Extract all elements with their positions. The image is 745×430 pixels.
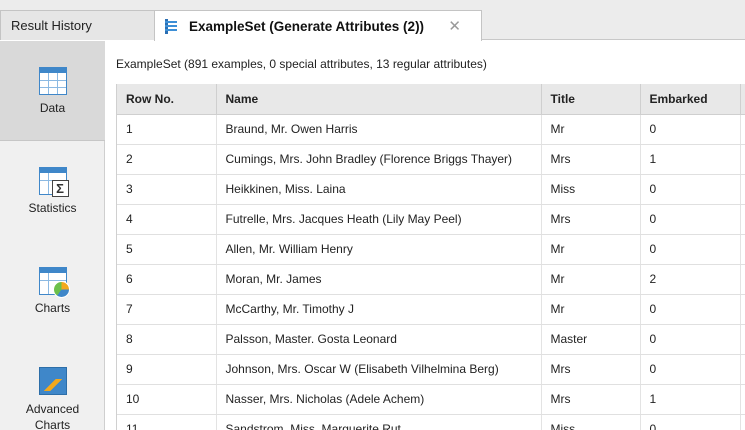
cell-title: Mr (541, 234, 641, 265)
cell-row-no: 7 (117, 294, 217, 325)
sidebar-item-label: Data (39, 101, 66, 115)
cell-embarked: 0 (640, 174, 741, 205)
table-row[interactable]: 1 Braund, Mr. Owen Harris Mr 0 (117, 114, 745, 145)
cell-name: Sandstrom, Miss. Marguerite Rut (216, 414, 542, 430)
cell-name: Futrelle, Mrs. Jacques Heath (Lily May P… (216, 204, 542, 235)
cell-title: Mrs (541, 384, 641, 415)
cell-embarked: 0 (640, 324, 741, 355)
statistics-icon: Σ (38, 167, 69, 197)
cell-next (740, 264, 745, 295)
sidebar-item-label: Charts (34, 301, 71, 315)
tab-result-history[interactable]: Result History (0, 10, 155, 40)
tab-exampleset[interactable]: ExampleSet (Generate Attributes (2)) ✕ (154, 10, 482, 41)
close-tab-icon[interactable]: ✕ (448, 17, 461, 35)
cell-name: McCarthy, Mr. Timothy J (216, 294, 542, 325)
cell-title: Mrs (541, 144, 641, 175)
sidebar-item-label: Advanced Charts (25, 402, 80, 430)
table-row[interactable]: 4 Futrelle, Mrs. Jacques Heath (Lily May … (117, 204, 745, 235)
table-row[interactable]: 6 Moran, Mr. James Mr 2 (117, 264, 745, 295)
cell-name: Braund, Mr. Owen Harris (216, 114, 542, 145)
cell-name: Heikkinen, Miss. Laina (216, 174, 542, 205)
cell-row-no: 6 (117, 264, 217, 295)
column-header-embarked[interactable]: Embarked (640, 84, 741, 115)
table-row[interactable]: 7 McCarthy, Mr. Timothy J Mr 0 (117, 294, 745, 325)
cell-next (740, 174, 745, 205)
cell-row-no: 11 (117, 414, 217, 430)
table-row[interactable]: 5 Allen, Mr. William Henry Mr 0 (117, 234, 745, 265)
table-row[interactable]: 11 Sandstrom, Miss. Marguerite Rut Miss 0 (117, 414, 745, 430)
cell-embarked: 0 (640, 354, 741, 385)
cell-row-no: 5 (117, 234, 217, 265)
sigma-icon: Σ (51, 180, 69, 197)
table-row[interactable]: 2 Cumings, Mrs. John Bradley (Florence Br… (117, 144, 745, 175)
cell-next (740, 414, 745, 430)
cell-title: Mrs (541, 354, 641, 385)
cell-row-no: 8 (117, 324, 217, 355)
cell-title: Miss (541, 174, 641, 205)
cell-name: Allen, Mr. William Henry (216, 234, 542, 265)
cell-title: Mrs (541, 204, 641, 235)
tab-exampleset-label: ExampleSet (Generate Attributes (2)) (189, 18, 425, 34)
cell-name: Palsson, Master. Gosta Leonard (216, 324, 542, 355)
cell-title: Master (541, 324, 641, 355)
cell-title: Mr (541, 264, 641, 295)
column-header-row-no[interactable]: Row No. (117, 84, 217, 115)
cell-row-no: 10 (117, 384, 217, 415)
cell-embarked: 0 (640, 294, 741, 325)
cell-name: Johnson, Mrs. Oscar W (Elisabeth Vilhelm… (216, 354, 542, 385)
cell-title: Miss (541, 414, 641, 430)
table-row[interactable]: 3 Heikkinen, Miss. Laina Miss 0 (117, 174, 745, 205)
cell-next (740, 294, 745, 325)
cell-embarked: 0 (640, 114, 741, 145)
cell-next (740, 114, 745, 145)
cell-next (740, 324, 745, 355)
tab-result-history-label: Result History (11, 18, 92, 33)
charts-icon (38, 267, 70, 298)
cell-row-no: 9 (117, 354, 217, 385)
cell-embarked: 1 (640, 384, 741, 415)
cell-row-no: 2 (117, 144, 217, 175)
cell-row-no: 1 (117, 114, 217, 145)
cell-title: Mr (541, 294, 641, 325)
sidebar-item-advanced-charts[interactable]: Advanced Charts (0, 341, 105, 430)
sidebar-item-label: Statistics (28, 201, 77, 215)
cell-embarked: 1 (640, 144, 741, 175)
exampleset-table-icon (165, 18, 177, 34)
cell-next (740, 354, 745, 385)
column-header-next[interactable] (740, 84, 745, 115)
results-tab-bar: Result History ExampleSet (Generate Attr… (0, 0, 745, 41)
cell-embarked: 2 (640, 264, 741, 295)
cell-next (740, 204, 745, 235)
table-header-row: Row No. Name Title Embarked (117, 84, 745, 115)
view-sidebar: Data Σ Statistics Charts Advanced Charts (0, 41, 105, 430)
cell-embarked: 0 (640, 204, 741, 235)
advanced-charts-icon (38, 367, 67, 395)
cell-title: Mr (541, 114, 641, 145)
column-header-name[interactable]: Name (216, 84, 542, 115)
exampleset-summary: ExampleSet (891 examples, 0 special attr… (116, 57, 487, 71)
cell-next (740, 144, 745, 175)
pie-chart-icon (52, 281, 70, 298)
column-header-title[interactable]: Title (541, 84, 641, 115)
table-row[interactable]: 9 Johnson, Mrs. Oscar W (Elisabeth Vilhel… (117, 354, 745, 385)
sidebar-item-statistics[interactable]: Σ Statistics (0, 141, 105, 241)
data-table: Row No. Name Title Embarked 1 Braund, Mr.… (116, 84, 745, 430)
sidebar-item-data[interactable]: Data (0, 41, 105, 141)
table-row[interactable]: 8 Palsson, Master. Gosta Leonard Master 0 (117, 324, 745, 355)
cell-row-no: 3 (117, 174, 217, 205)
cell-name: Nasser, Mrs. Nicholas (Adele Achem) (216, 384, 542, 415)
cell-embarked: 0 (640, 414, 741, 430)
cell-row-no: 4 (117, 204, 217, 235)
cell-next (740, 384, 745, 415)
sidebar-item-charts[interactable]: Charts (0, 241, 105, 341)
data-view: ExampleSet (891 examples, 0 special attr… (106, 41, 745, 430)
cell-next (740, 234, 745, 265)
table-row[interactable]: 10 Nasser, Mrs. Nicholas (Adele Achem) Mrs… (117, 384, 745, 415)
cell-name: Cumings, Mrs. John Bradley (Florence Bri… (216, 144, 542, 175)
cell-embarked: 0 (640, 234, 741, 265)
data-grid-icon (38, 67, 67, 95)
cell-name: Moran, Mr. James (216, 264, 542, 295)
